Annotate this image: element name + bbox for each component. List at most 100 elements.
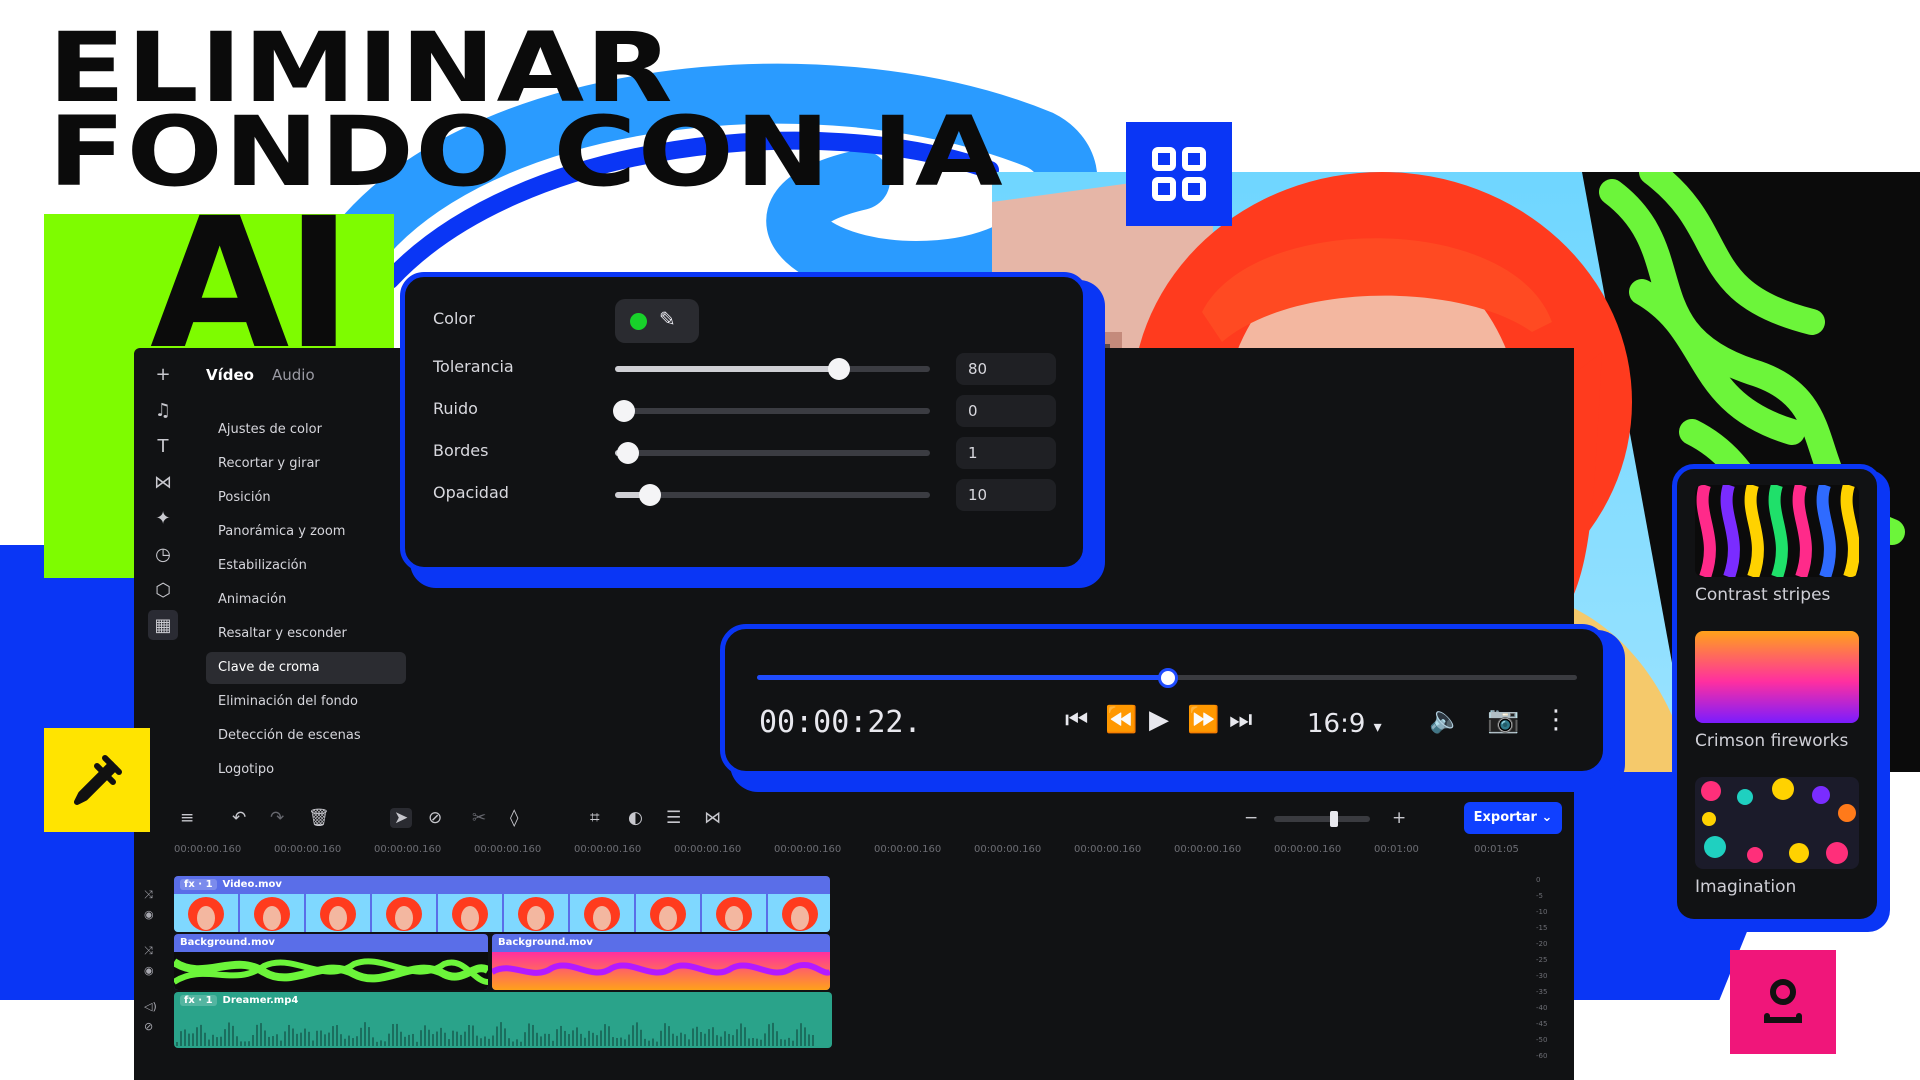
slider-handle[interactable] — [638, 484, 661, 506]
mute-icon[interactable]: ⤨ — [144, 944, 153, 958]
slider-track[interactable] — [615, 358, 930, 380]
video-thumbnails — [174, 894, 830, 932]
clip-name: Video.mov — [222, 879, 282, 890]
slider-handle[interactable] — [613, 400, 636, 422]
rewind-icon[interactable]: ⏪ — [1105, 705, 1137, 735]
menu-item-chroma-key[interactable]: Clave de croma — [206, 652, 406, 684]
color-swatch — [630, 313, 647, 330]
zoom-out-icon[interactable]: − — [1244, 808, 1258, 828]
color-adjust-icon[interactable]: ◐ — [628, 808, 643, 828]
undo-icon[interactable]: ↶ — [232, 808, 246, 828]
plus-icon[interactable]: + — [151, 362, 175, 386]
headline-line-2: FONDO CON IA — [48, 96, 1004, 208]
slider-value-field[interactable]: 1 — [956, 437, 1056, 469]
db-label: -20 — [1536, 940, 1548, 948]
eyedropper-icon[interactable]: ✎ — [659, 307, 676, 331]
slider-handle[interactable] — [616, 442, 639, 464]
fast-forward-icon[interactable]: ⏩ — [1187, 705, 1219, 735]
select-cursor-icon[interactable]: ➤ — [390, 808, 413, 828]
volume-icon[interactable]: 🔈 — [1429, 705, 1461, 735]
trash-icon[interactable]: 🗑 — [308, 808, 330, 828]
text-icon[interactable]: T — [151, 434, 175, 458]
crop-icon[interactable]: ⌗ — [590, 808, 600, 828]
db-label: 0 — [1536, 876, 1541, 884]
effect-thumbnail-contrast-stripes[interactable] — [1695, 485, 1859, 577]
audio-waveform — [176, 1022, 814, 1046]
db-label: -40 — [1536, 1004, 1548, 1012]
speaker-icon[interactable]: ◁) — [144, 1000, 157, 1013]
menu-item[interactable]: Posición — [206, 482, 406, 514]
tab-audio[interactable]: Audio — [272, 366, 315, 384]
apps-grid-icon[interactable]: ▦ — [148, 610, 178, 640]
export-button[interactable]: Exportar ⌄ — [1464, 802, 1562, 834]
menu-item[interactable]: Eliminación del fondo — [206, 686, 406, 718]
video-clip[interactable]: fx · 1 Video.mov — [174, 876, 830, 932]
menu-item[interactable]: Ajustes de color — [206, 414, 406, 446]
sticker-icon[interactable]: ⬡ — [151, 578, 175, 602]
ruler-tick-label: 00:01:05 — [1474, 844, 1519, 855]
menu-item[interactable]: Resaltar y esconder — [206, 618, 406, 650]
audio-clip[interactable]: fx · 1 Dreamer.mp4 — [174, 992, 832, 1048]
slider-handle[interactable] — [827, 358, 850, 380]
ruler-tick-label: 00:00:00.160 — [274, 844, 342, 855]
effect-label: Contrast stripes — [1695, 585, 1831, 605]
color-picker[interactable]: ✎ — [615, 299, 699, 343]
slider-value-field[interactable]: 0 — [956, 395, 1056, 427]
ruler-tick-label: 00:00:00.160 — [474, 844, 542, 855]
slider-value-field[interactable]: 80 — [956, 353, 1056, 385]
ruler-tick-label: 00:01:00 — [1374, 844, 1419, 855]
skip-end-icon[interactable]: ⏭ — [1229, 705, 1252, 736]
camera-icon[interactable]: 📷 — [1487, 705, 1519, 735]
fx-badge: fx · 1 — [180, 995, 217, 1006]
menu-item[interactable]: Panorámica y zoom — [206, 516, 406, 548]
scrubber-handle[interactable] — [1158, 668, 1178, 688]
effect-label: Imagination — [1695, 877, 1797, 897]
blade-icon[interactable]: ⊘ — [428, 808, 442, 828]
db-label: -15 — [1536, 924, 1548, 932]
slider-value-field[interactable]: 10 — [956, 479, 1056, 511]
playback-scrubber[interactable] — [757, 668, 1577, 688]
background-clip[interactable]: Background.mov — [174, 934, 488, 990]
db-label: -25 — [1536, 956, 1548, 964]
tab-video[interactable]: Vídeo — [206, 366, 254, 384]
mute-icon[interactable]: ⤨ — [144, 888, 153, 902]
menu-item[interactable]: Recortar y girar — [206, 448, 406, 480]
redo-icon[interactable]: ↷ — [270, 808, 284, 828]
menu-item[interactable]: Detección de escenas — [206, 720, 406, 752]
eye-icon[interactable]: ◉ — [144, 908, 154, 921]
timecode: 00:00:22. — [759, 705, 922, 740]
effect-thumbnail-crimson-fireworks[interactable] — [1695, 631, 1859, 723]
slider-track[interactable] — [615, 442, 930, 464]
qr-grid-icon — [1126, 122, 1232, 226]
effect-thumbnail-imagination[interactable] — [1695, 777, 1859, 869]
menu-item[interactable]: Logotipo — [206, 754, 406, 786]
zoom-in-icon[interactable]: + — [1392, 808, 1406, 828]
skip-start-icon[interactable]: ⏮ — [1065, 705, 1088, 736]
transition-icon[interactable]: ⋈ — [704, 808, 721, 828]
zoom-slider[interactable] — [1274, 811, 1370, 827]
export-label: Exportar — [1473, 810, 1537, 825]
settings-sliders-icon[interactable]: ☰ — [666, 808, 681, 828]
playback-progress — [757, 675, 1167, 680]
magic-wand-icon[interactable]: ✦ — [151, 506, 175, 530]
slider-track[interactable] — [615, 484, 930, 506]
scissors-icon[interactable]: ✂ — [472, 808, 486, 828]
aspect-ratio-select[interactable]: 16:9 ▾ — [1307, 709, 1382, 739]
more-vertical-icon[interactable]: ⋮ — [1543, 705, 1569, 735]
clock-icon[interactable]: ◷ — [151, 542, 175, 566]
eye-icon[interactable]: ◉ — [144, 964, 154, 977]
play-icon[interactable]: ▶ — [1149, 705, 1169, 735]
marker-icon[interactable]: ◊ — [510, 808, 518, 828]
link-off-icon[interactable]: ⊘ — [144, 1020, 153, 1033]
ruler-tick-label: 00:00:00.160 — [1174, 844, 1242, 855]
transition-icon[interactable]: ⋈ — [151, 470, 175, 494]
add-track-icon[interactable]: ≡ — [180, 808, 194, 828]
music-note-icon[interactable]: ♫ — [151, 398, 175, 422]
menu-item[interactable]: Estabilización — [206, 550, 406, 582]
ruler-tick-label: 00:00:00.160 — [1274, 844, 1342, 855]
slider-label: Ruido — [433, 399, 478, 418]
slider-track[interactable] — [613, 400, 930, 422]
green-swirl-thumbnails — [174, 952, 488, 990]
background-clip[interactable]: Background.mov — [492, 934, 830, 990]
menu-item[interactable]: Animación — [206, 584, 406, 616]
